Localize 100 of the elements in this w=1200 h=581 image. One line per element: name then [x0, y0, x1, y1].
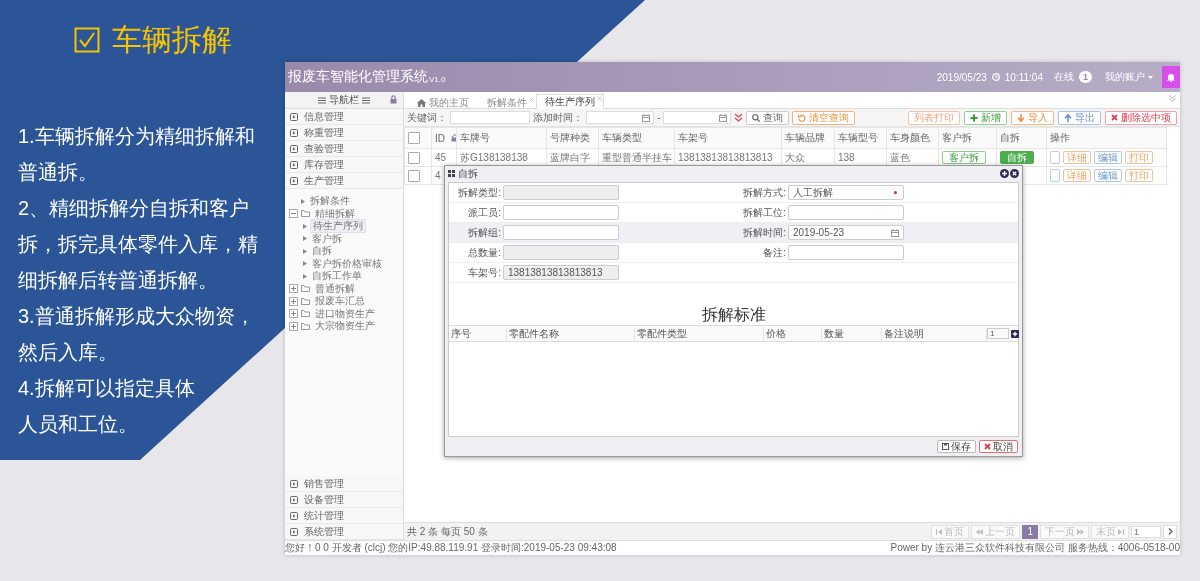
delete-button[interactable]: 删除选中项: [1105, 110, 1177, 125]
arrow-up-icon: [1064, 113, 1072, 122]
status-text: 您好！0 0 开发者 (clcj) 您的IP:49.88.119.91 登录时间:2019-05-23 09:43:08: [285, 541, 617, 555]
input-field[interactable]: 人工拆解: [788, 185, 904, 200]
column-header: 零配件类型: [635, 326, 764, 341]
triangle-icon: [303, 223, 307, 229]
row-action-button[interactable]: 编辑: [1094, 151, 1122, 164]
sidebar-item[interactable]: 设备管理: [285, 492, 403, 508]
tree-item[interactable]: 自拆: [310, 245, 334, 258]
keyword-field[interactable]: [450, 111, 530, 124]
input-field[interactable]: [788, 245, 904, 260]
field-label: 拆解组:: [467, 225, 501, 240]
tree-item[interactable]: 大宗物资生产: [313, 320, 377, 333]
column-header: 序号: [449, 326, 507, 341]
clear-button[interactable]: 清空查询: [792, 110, 856, 125]
expand-icon: [290, 160, 298, 169]
action-button[interactable]: [1050, 169, 1060, 182]
sidebar-title: 导航栏: [329, 93, 359, 107]
sidebar-item[interactable]: 称重管理: [285, 125, 403, 141]
table-cell: 138: [838, 152, 855, 163]
field-label: 拆解类型:: [457, 185, 501, 200]
tab[interactable]: 拆解条件: [478, 95, 536, 109]
add-button[interactable]: 新增: [964, 110, 1007, 125]
tree-item[interactable]: 客户拆: [310, 232, 344, 245]
caret-icon: [1148, 75, 1153, 79]
chevron-icon: [1167, 528, 1173, 535]
next-icon: [1077, 528, 1084, 535]
date-field[interactable]: [663, 111, 732, 124]
date-separator: -: [657, 112, 661, 123]
checkbox[interactable]: [408, 132, 420, 144]
sidebar-item[interactable]: 信息管理: [285, 109, 403, 125]
table-cell: 蓝色: [890, 151, 910, 163]
cancel-button[interactable]: 取消: [979, 440, 1018, 453]
double-chevron-icon[interactable]: [1169, 95, 1176, 102]
column-header: 价格: [764, 326, 822, 341]
sidebar-item[interactable]: 系统管理: [285, 524, 403, 540]
close-icon: [1111, 114, 1118, 121]
sidebar-item[interactable]: 统计管理: [285, 508, 403, 524]
tree-item[interactable]: 精细拆解: [313, 207, 357, 220]
checkbox[interactable]: [408, 169, 420, 182]
collapse-icon[interactable]: [289, 209, 298, 219]
sidebar-item[interactable]: 查验管理: [285, 141, 403, 157]
date-field[interactable]: [586, 111, 654, 124]
tree-item[interactable]: 进口物资生产: [313, 307, 377, 320]
column-header: 备注说明: [882, 326, 987, 341]
arrow-down-icon: [1017, 113, 1025, 122]
input-field[interactable]: [503, 205, 619, 220]
lock-icon[interactable]: [390, 95, 397, 104]
checkbox[interactable]: [408, 151, 420, 164]
input-field[interactable]: 2019-05-23: [788, 225, 904, 240]
tree-item[interactable]: 报废车汇总: [313, 295, 367, 308]
notification-button[interactable]: [1162, 66, 1180, 88]
field-label: 总数量:: [467, 245, 501, 260]
column-header[interactable]: 车架号: [678, 132, 708, 143]
tab[interactable]: 待生产序列: [536, 94, 604, 109]
quantity-field[interactable]: 1: [987, 328, 1009, 339]
expand-icon: [290, 128, 298, 137]
previous-icon: [976, 528, 984, 535]
tree-item[interactable]: 客户拆价格审核: [310, 257, 384, 270]
self-dismantle-button[interactable]: 自拆: [1000, 151, 1034, 164]
import-button[interactable]: 导入: [1011, 110, 1054, 125]
tab[interactable]: 我的主页: [408, 95, 478, 109]
action-button[interactable]: [1050, 151, 1060, 164]
expand-icon: [290, 112, 298, 121]
menu-icon: [362, 96, 370, 104]
field-label: 拆解工位:: [742, 205, 786, 220]
sidebar-item[interactable]: 库存管理: [285, 157, 403, 173]
sidebar-item[interactable]: 销售管理: [285, 476, 403, 492]
close-icon[interactable]: [1010, 169, 1019, 178]
customer-dismantle-button[interactable]: 客户拆: [942, 151, 986, 164]
menu-icon: [318, 96, 326, 104]
grid-icon: [448, 170, 455, 177]
tree-item[interactable]: 待生产序列: [310, 219, 366, 234]
sidebar-item[interactable]: 生产管理: [285, 173, 403, 189]
page-button[interactable]: 1: [1022, 524, 1038, 539]
tree-item[interactable]: 普通拆解: [313, 282, 357, 295]
calendar-icon: [719, 113, 728, 122]
online-label: 在线: [1054, 70, 1074, 84]
table-cell: 45: [435, 152, 447, 163]
search-button[interactable]: 查询: [746, 110, 790, 125]
go-button[interactable]: [1163, 524, 1177, 539]
plus-icon[interactable]: [1011, 329, 1019, 338]
export-button[interactable]: 导出: [1058, 110, 1101, 125]
page-summary: 共 2 条 每页 50 条: [407, 524, 488, 539]
row-action-button[interactable]: 编辑: [1094, 169, 1122, 182]
table-cell: 苏G138138138: [460, 151, 528, 163]
input-field[interactable]: [503, 225, 619, 240]
column-header[interactable]: 车牌号: [460, 132, 490, 143]
page-input[interactable]: 1: [1131, 525, 1161, 538]
tree-item[interactable]: 自拆工作单: [310, 270, 364, 283]
plus-icon: [970, 113, 978, 122]
date-label: 添加时间：: [533, 110, 583, 125]
column-header[interactable]: 自拆: [1000, 132, 1020, 143]
double-chevron-icon[interactable]: [734, 113, 744, 122]
column-header[interactable]: 操作: [1050, 132, 1070, 143]
tree-item[interactable]: 拆解条件: [308, 195, 352, 208]
field-label: 备注:: [762, 245, 786, 260]
input-field[interactable]: [788, 205, 904, 220]
save-button[interactable]: 保存: [937, 440, 976, 453]
first-page-icon: [936, 528, 943, 535]
